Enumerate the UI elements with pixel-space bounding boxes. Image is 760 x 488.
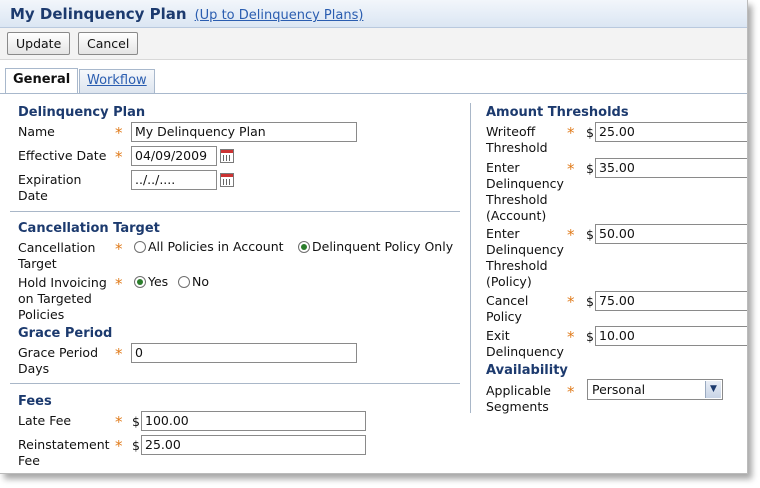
all-policies-label: All Policies in Account <box>148 239 284 254</box>
cancellation-target-heading: Cancellation Target <box>18 221 160 236</box>
delinquency-plan-window: My Delinquency Plan (Up to Delinquency P… <box>0 0 748 474</box>
cancel-policy-label: Cancel Policy <box>486 293 529 324</box>
cancel-policy-currency: $ <box>586 294 594 309</box>
name-input[interactable]: My Delinquency Plan <box>131 122 357 142</box>
grace-period-days-label: Grace Period Days <box>18 345 98 376</box>
applicable-segments-select[interactable]: Personal ▼ <box>587 379 723 400</box>
toolbar: Update Cancel <box>0 28 747 60</box>
applicable-segments-required-marker: * <box>567 383 575 401</box>
reinstatement-fee-label: Reinstatement Fee <box>18 437 110 468</box>
hold-invoicing-yes-radio[interactable] <box>134 276 146 288</box>
exit-delinquency-required-marker: * <box>567 328 575 346</box>
exit-delinquency-label: Exit Delinquency <box>486 328 564 359</box>
calendar-icon[interactable] <box>220 173 234 187</box>
writeoff-threshold-label: Writeoff Threshold <box>486 124 548 155</box>
reinstatement-fee-input[interactable]: 25.00 <box>141 435 366 455</box>
tab-divider <box>0 93 747 94</box>
calendar-icon[interactable] <box>220 149 234 163</box>
tab-workflow[interactable]: Workflow <box>79 69 155 93</box>
up-to-delinquency-plans-link[interactable]: (Up to Delinquency Plans) <box>195 8 364 23</box>
tab-workflow-label: Workflow <box>87 73 147 88</box>
applicable-segments-value: Personal <box>592 382 646 397</box>
hold-invoicing-yes-label: Yes <box>148 274 169 289</box>
name-required-marker: * <box>115 124 123 142</box>
cancel-policy-required-marker: * <box>567 293 575 311</box>
effective-date-label: Effective Date <box>18 148 107 163</box>
delinquency-plan-heading: Delinquency Plan <box>18 105 146 120</box>
grace-period-heading: Grace Period <box>18 326 113 341</box>
section-divider <box>10 211 460 212</box>
enter-delinquency-policy-required-marker: * <box>567 226 575 244</box>
enter-delinquency-policy-currency: $ <box>586 227 594 242</box>
writeoff-currency: $ <box>586 125 594 140</box>
writeoff-threshold-input[interactable]: 25.00 <box>595 122 747 142</box>
title-bar: My Delinquency Plan (Up to Delinquency P… <box>0 0 747 28</box>
column-divider <box>470 103 471 413</box>
applicable-segments-label: Applicable Segments <box>486 383 551 414</box>
grace-period-days-required-marker: * <box>115 345 123 363</box>
cancel-policy-input[interactable]: 75.00 <box>595 291 747 311</box>
late-fee-label: Late Fee <box>18 413 72 428</box>
delinquent-policy-radio[interactable] <box>298 241 310 253</box>
amount-thresholds-heading: Amount Thresholds <box>486 105 629 120</box>
all-policies-radio[interactable] <box>134 241 146 253</box>
enter-delinquency-account-label: Enter Delinquency Threshold (Account) <box>486 160 564 223</box>
fees-heading: Fees <box>18 394 52 409</box>
availability-heading: Availability <box>486 363 568 378</box>
exit-delinquency-input[interactable]: 10.00 <box>595 326 747 346</box>
delinquent-policy-label: Delinquent Policy Only <box>312 239 454 254</box>
cancellation-target-label: Cancellation Target <box>18 240 96 271</box>
late-fee-required-marker: * <box>115 413 123 431</box>
effective-date-required-marker: * <box>115 148 123 166</box>
enter-delinquency-account-input[interactable]: 35.00 <box>595 158 747 178</box>
enter-delinquency-account-currency: $ <box>586 161 594 176</box>
hold-invoicing-no-radio[interactable] <box>178 276 190 288</box>
enter-delinquency-policy-label: Enter Delinquency Threshold (Policy) <box>486 226 564 289</box>
writeoff-required-marker: * <box>567 124 575 142</box>
late-fee-currency: $ <box>132 414 140 429</box>
expiration-date-input[interactable]: ../../.... <box>131 170 217 190</box>
tab-general[interactable]: General <box>5 68 79 94</box>
grace-period-days-input[interactable]: 0 <box>131 343 357 363</box>
chevron-down-icon: ▼ <box>705 381 721 398</box>
update-button[interactable]: Update <box>7 32 71 55</box>
reinstatement-fee-currency: $ <box>132 438 140 453</box>
effective-date-input[interactable]: 04/09/2009 <box>131 146 217 166</box>
enter-delinquency-account-required-marker: * <box>567 160 575 178</box>
enter-delinquency-policy-input[interactable]: 50.00 <box>595 224 747 244</box>
cancellation-target-required-marker: * <box>115 240 123 258</box>
expiration-date-label: Expiration Date <box>18 172 82 203</box>
cancel-button[interactable]: Cancel <box>78 32 139 55</box>
reinstatement-fee-required-marker: * <box>115 437 123 455</box>
page-title: My Delinquency Plan <box>10 5 187 23</box>
late-fee-input[interactable]: 100.00 <box>141 411 366 431</box>
name-label: Name <box>18 124 55 139</box>
hold-invoicing-no-label: No <box>192 274 209 289</box>
exit-delinquency-currency: $ <box>586 329 594 344</box>
hold-invoicing-label: Hold Invoicing on Targeted Policies <box>18 275 107 322</box>
section-divider <box>10 383 460 384</box>
hold-invoicing-required-marker: * <box>115 275 123 293</box>
